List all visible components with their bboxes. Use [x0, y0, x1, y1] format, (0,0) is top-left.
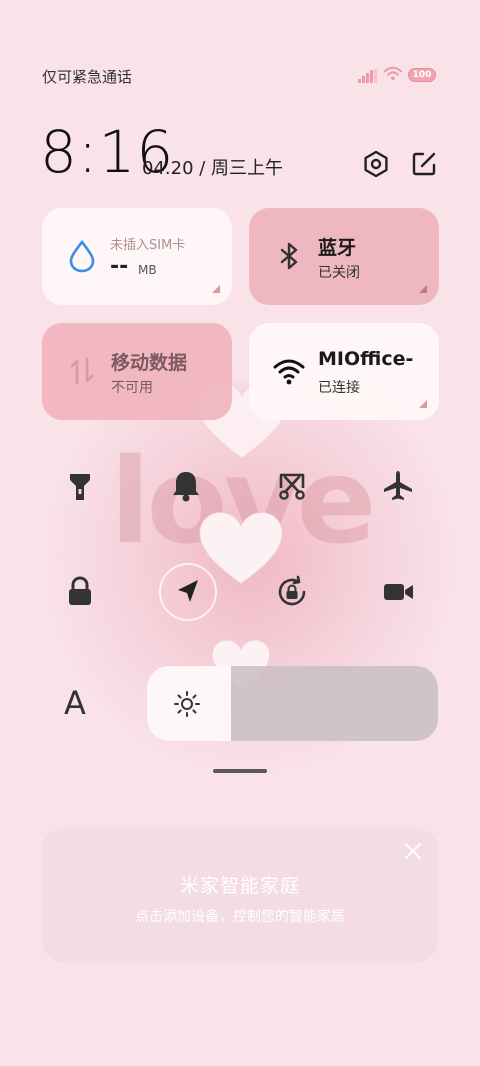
smart-home-card[interactable]: 米家智能家庭 点击添加设备，控制您的智能家居 [42, 828, 438, 963]
screenshot-icon[interactable] [270, 464, 314, 508]
smart-home-subtitle: 点击添加设备，控制您的智能家居 [135, 909, 345, 925]
auto-rotate-icon[interactable] [270, 570, 314, 614]
bell-icon[interactable] [164, 464, 208, 508]
battery-indicator: 100 [408, 68, 436, 82]
tile-corner-indicator [419, 400, 427, 408]
data-usage-value: -- [110, 254, 129, 279]
bluetooth-title: 蓝牙 [318, 237, 357, 259]
status-bar: 仅可紧急通话 100 [0, 60, 480, 94]
mobile-data-title: 移动数据 [111, 352, 188, 374]
video-camera-icon[interactable] [376, 570, 420, 614]
location-icon[interactable] [166, 570, 210, 614]
sim-status-label: 未插入SIM卡 [110, 238, 186, 253]
bluetooth-tile[interactable]: 蓝牙 已关闭 [249, 208, 439, 305]
water-drop-icon [64, 238, 100, 274]
close-icon[interactable] [404, 842, 422, 860]
wifi-status-icon [383, 66, 403, 86]
edit-icon[interactable] [410, 150, 438, 178]
carrier-text: 仅可紧急通话 [42, 68, 133, 86]
mobile-data-status: 不可用 [111, 380, 153, 396]
wifi-tile[interactable]: MIOffice- 已连接 [249, 323, 439, 420]
bluetooth-icon [271, 238, 307, 274]
tile-corner-indicator [419, 285, 427, 293]
data-arrows-icon [64, 353, 100, 389]
signal-icon [358, 68, 378, 87]
wifi-icon [271, 353, 307, 389]
tile-corner-indicator [212, 285, 220, 293]
lock-icon[interactable] [58, 570, 102, 614]
smart-home-title: 米家智能家庭 [179, 875, 300, 897]
panel-drag-handle[interactable] [213, 769, 267, 773]
brightness-slider[interactable] [147, 666, 438, 741]
sim-data-tile[interactable]: 未插入SIM卡 -- MB [42, 208, 232, 305]
font-size-icon[interactable]: A [64, 684, 86, 722]
settings-icon[interactable] [362, 150, 390, 178]
airplane-icon[interactable] [376, 464, 420, 508]
data-usage-unit: MB [138, 263, 157, 277]
wifi-status: 已连接 [318, 380, 360, 396]
flashlight-icon[interactable] [58, 464, 102, 508]
mobile-data-tile[interactable]: 移动数据 不可用 [42, 323, 232, 420]
sun-icon [173, 690, 201, 722]
bluetooth-status: 已关闭 [318, 265, 360, 281]
wifi-network-name: MIOffice- [318, 348, 414, 370]
clock-date: 04.20 / 周三上午 [142, 158, 284, 179]
